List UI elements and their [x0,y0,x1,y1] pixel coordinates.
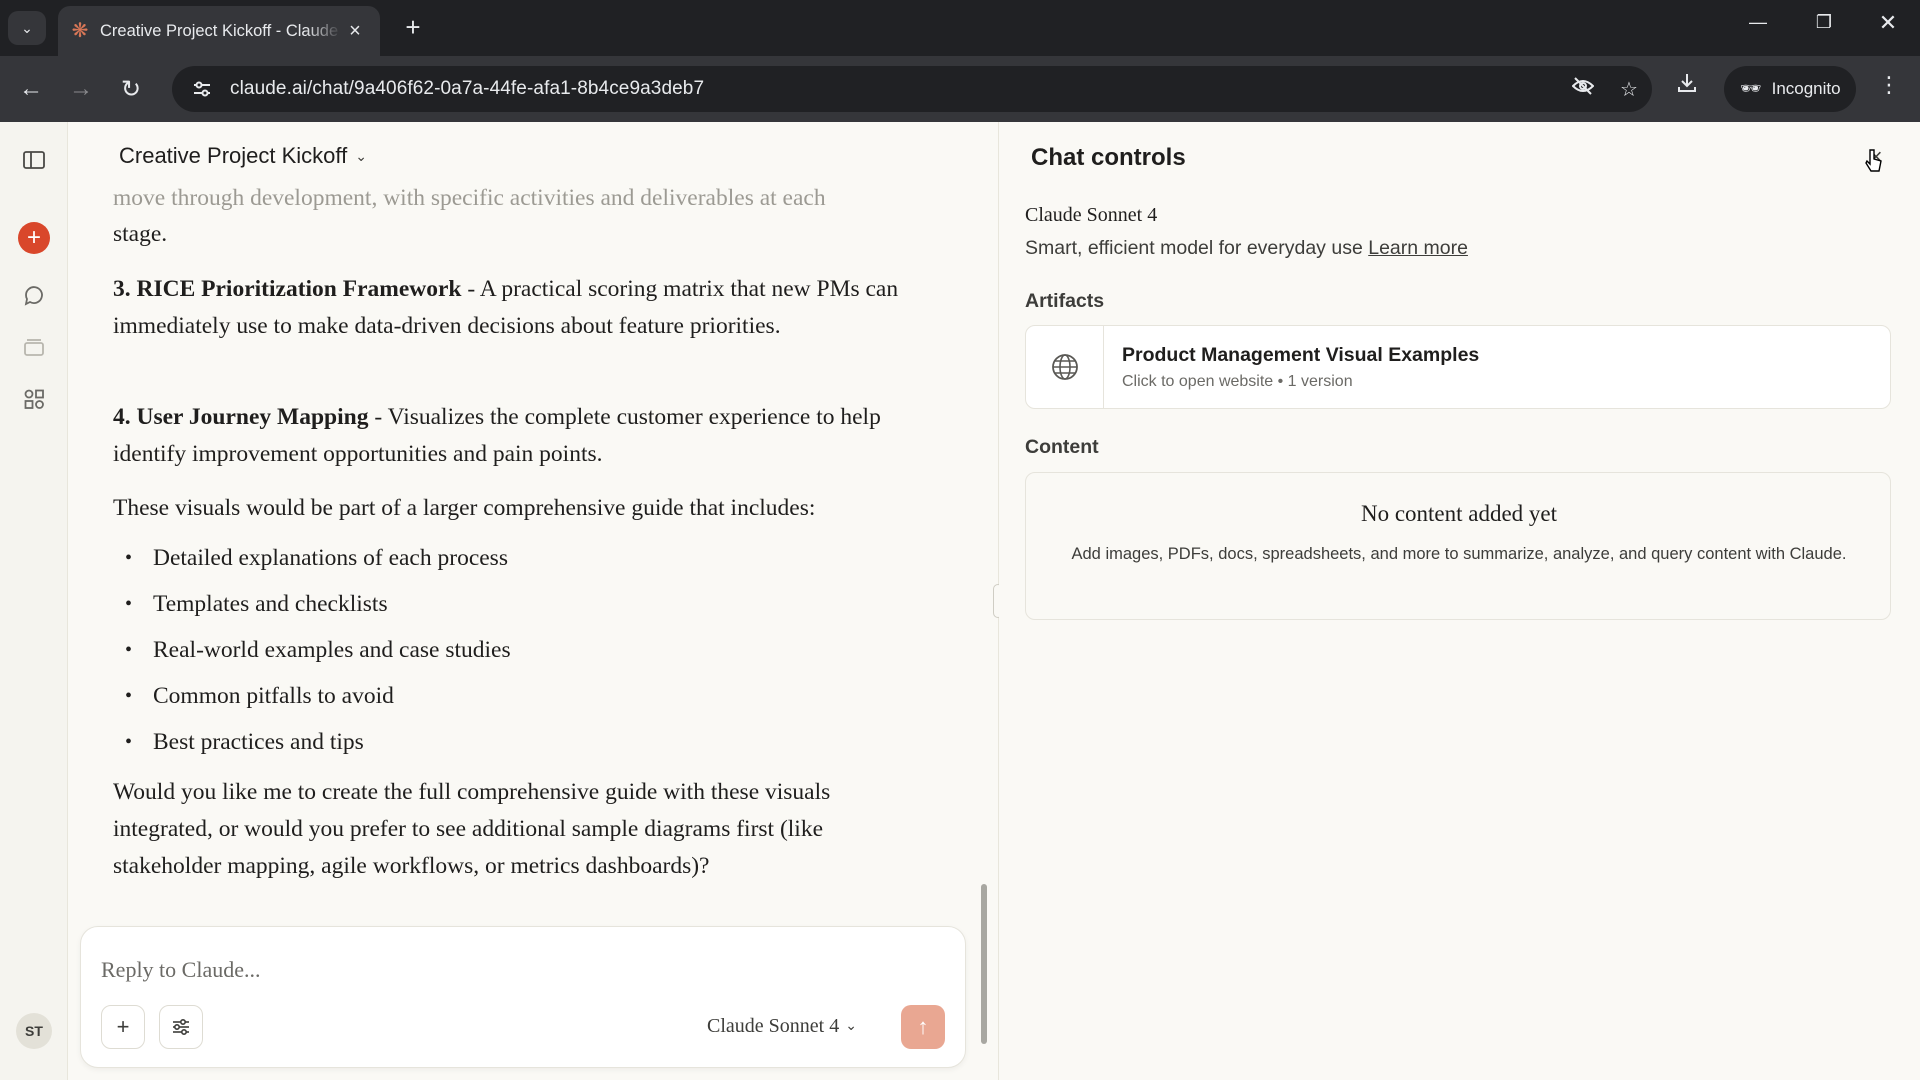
list-item: Detailed explanations of each process [125,540,925,577]
sliders-icon [173,1018,189,1036]
reply-input-box[interactable]: Reply to Claude... + Claude Sonnet 4 ⌄ ↑ [80,926,966,1068]
learn-more-link[interactable]: Learn more [1368,237,1468,259]
sidebar-toggle-icon[interactable] [16,142,52,178]
faded-tail: stage. [113,221,168,247]
browser-tab[interactable]: ❋ Creative Project Kickoff - Claude × [58,6,380,56]
model-name: Claude Sonnet 4 [1025,204,1158,226]
artifacts-icon[interactable] [16,381,52,417]
globe-icon [1026,326,1104,408]
sidebar-rail: + ST [0,122,68,1080]
item-rice-title: 3. RICE Prioritization Framework [113,276,462,302]
tab-title: Creative Project Kickoff - Claude [100,21,339,40]
reload-button[interactable]: ↻ [114,72,148,106]
item-journey-title: 4. User Journey Mapping [113,404,369,430]
artifacts-heading: Artifacts [1025,290,1105,312]
chat-title-button[interactable]: Creative Project Kickoff ⌄ [119,143,367,169]
arrow-up-icon: ↑ [917,1014,929,1039]
chats-icon[interactable] [16,277,52,313]
chat-controls-panel: Chat controls × Claude Sonnet 4 Smart, e… [999,122,1920,1080]
address-bar[interactable]: claude.ai/chat/9a406f62-0a7a-44fe-afa1-8… [172,66,1652,112]
incognito-icon: 🕶 [1740,79,1762,98]
close-window-button[interactable]: ✕ [1868,10,1908,36]
list-item: Common pitfalls to avoid [125,678,925,715]
plus-icon: + [116,1014,130,1039]
chat-title: Creative Project Kickoff [119,143,348,168]
close-tab-icon[interactable]: × [342,20,368,43]
bookmark-star-icon[interactable]: ☆ [1614,77,1644,102]
site-info-icon[interactable] [182,81,222,97]
list-item: Real-world examples and case studies [125,632,925,669]
claude-app: + ST Creative Project Kickoff ⌄ move thr… [0,122,1920,1080]
closing-paragraph: Would you like me to create the full com… [113,779,831,879]
no-content-title: No content added yet [1360,501,1558,526]
model-description: Smart, efficient model for everyday use … [1025,237,1468,259]
artifact-subtitle: Click to open website • 1 version [1122,373,1353,390]
content-dropzone[interactable]: No content added yet Add images, PDFs, d… [1025,472,1891,620]
artifact-title: Product Management Visual Examples [1122,344,1480,366]
intro-paragraph: These visuals would be part of a larger … [113,495,816,521]
artifact-card[interactable]: Product Management Visual Examples Click… [1025,325,1891,409]
chevron-down-icon: ⌄ [355,147,367,164]
browser-toolbar: ← → ↻ claude.ai/chat/9a406f62-0a7a-44fe-… [0,56,1920,122]
mouse-cursor-icon [1865,149,1882,172]
list-item: Templates and checklists [125,586,925,623]
scrollbar[interactable] [981,884,987,1044]
model-selector-label: Claude Sonnet 4 [707,1015,840,1037]
send-button[interactable]: ↑ [901,1005,945,1049]
reply-input[interactable]: Reply to Claude... [101,957,260,983]
browser-tab-bar: ⌄ ❋ Creative Project Kickoff - Claude × … [0,0,1920,56]
faded-line: move through development, with specific … [113,185,826,211]
minimize-window-button[interactable]: — [1738,12,1778,33]
item-rice: 3. RICE Prioritization Framework - A pra… [113,271,933,345]
chevron-down-icon: ⌄ [21,19,33,36]
chat-header: Creative Project Kickoff ⌄ [69,122,998,184]
tools-button[interactable] [159,1005,203,1049]
url-text: claude.ai/chat/9a406f62-0a7a-44fe-afa1-8… [230,78,705,99]
incognito-label: Incognito [1771,79,1841,98]
model-selector[interactable]: Claude Sonnet 4 ⌄ [707,1015,857,1038]
no-content-description: Add images, PDFs, docs, spreadsheets, an… [1071,545,1847,563]
avatar[interactable]: ST [16,1013,52,1049]
claude-favicon-icon: ❋ [71,20,89,42]
restore-window-button[interactable]: ❐ [1804,12,1844,33]
item-journey: 4. User Journey Mapping - Visualizes the… [113,399,933,473]
eye-off-icon[interactable] [1568,77,1598,101]
list-item: Best practices and tips [125,724,925,761]
add-attachment-button[interactable]: + [101,1005,145,1049]
panel-title: Chat controls [1031,144,1186,171]
new-chat-button[interactable]: + [18,222,50,254]
more-menu-icon[interactable]: ⋮ [1872,72,1906,98]
content-heading: Content [1025,436,1099,458]
chat-area: Creative Project Kickoff ⌄ move through … [69,122,998,1080]
incognito-indicator[interactable]: 🕶 Incognito [1724,66,1856,112]
download-icon[interactable] [1670,72,1704,100]
projects-icon[interactable] [16,329,52,365]
back-button[interactable]: ← [14,72,48,106]
chevron-down-icon: ⌄ [845,1019,857,1034]
new-tab-button[interactable]: + [398,13,428,43]
forward-button[interactable]: → [64,72,98,106]
tab-search-button[interactable]: ⌄ [8,11,46,45]
